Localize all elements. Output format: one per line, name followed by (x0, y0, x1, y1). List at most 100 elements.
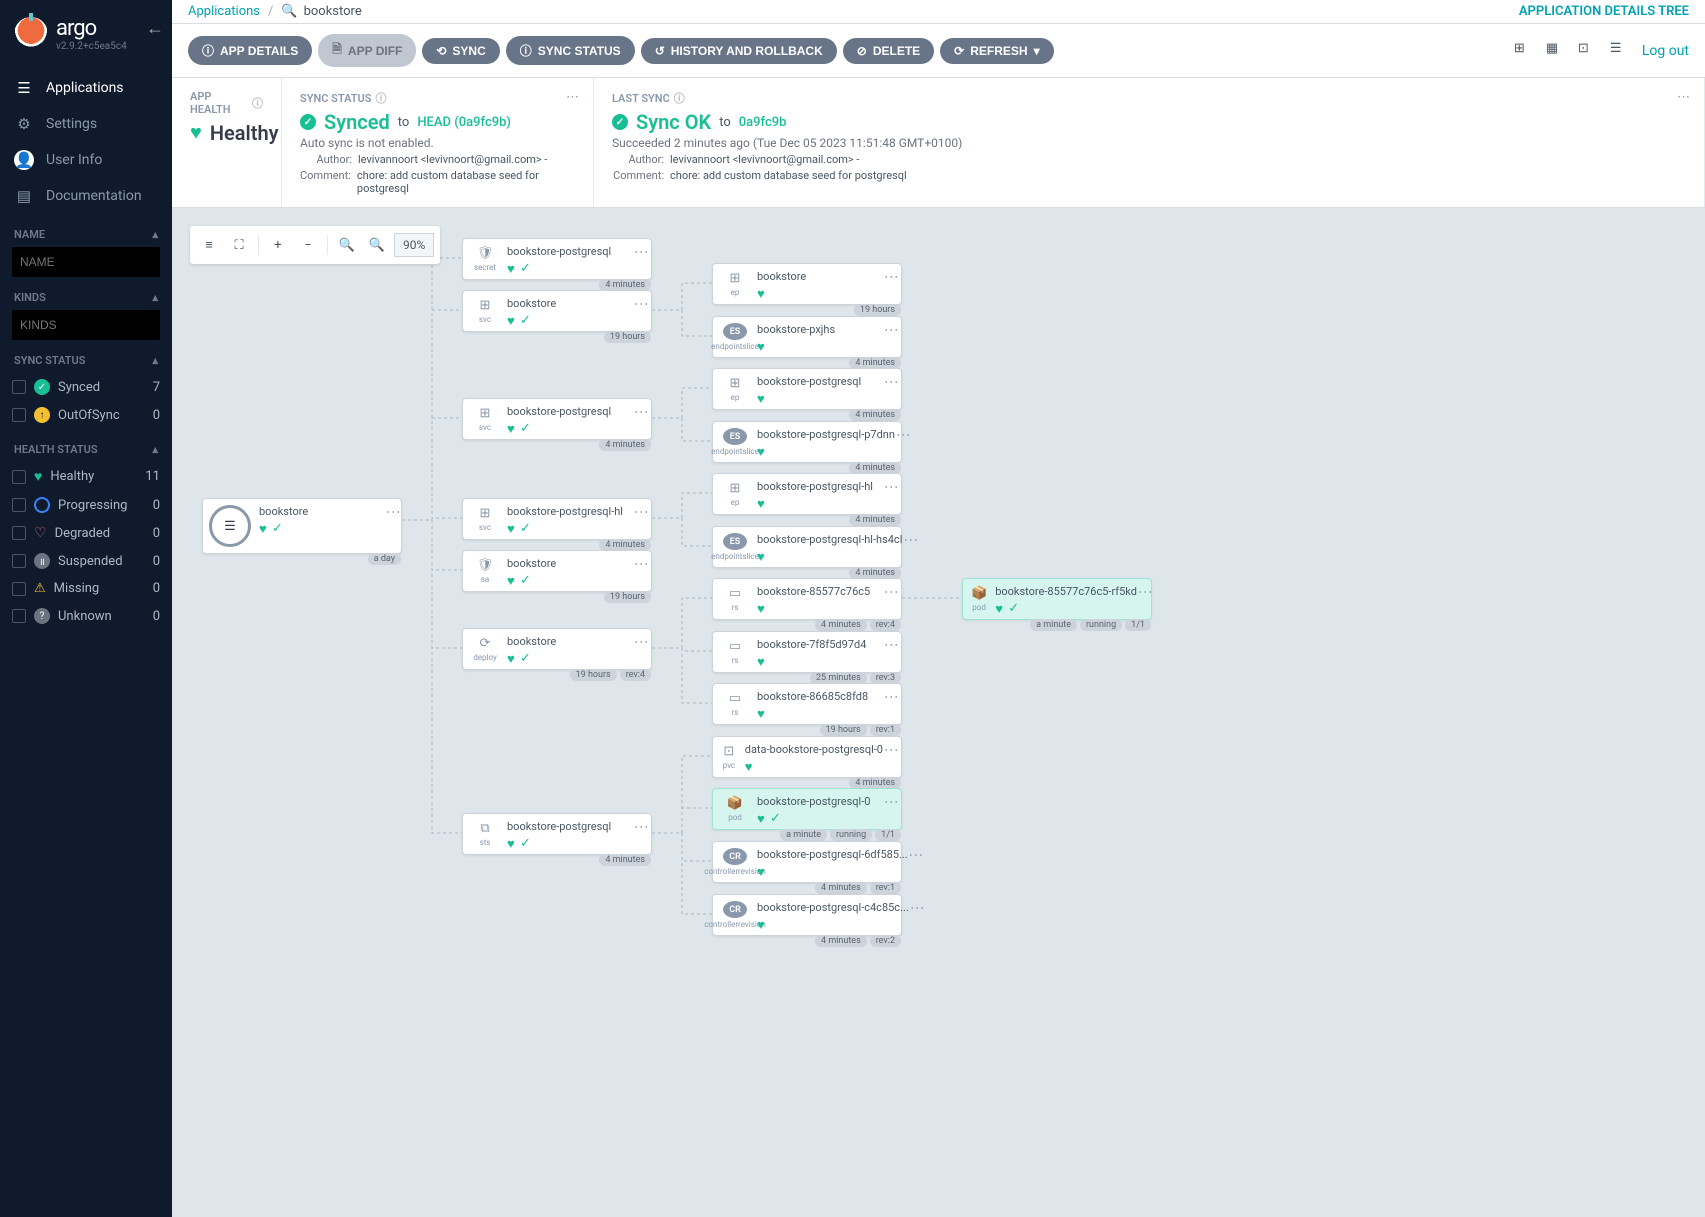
node-menu-icon[interactable]: ⋮ (889, 585, 893, 599)
help-icon[interactable]: ⓘ (252, 95, 263, 111)
nav-settings[interactable]: ⚙ Settings (0, 106, 172, 142)
grid-view-icon[interactable]: ▦ (1546, 41, 1566, 61)
nav-label: User Info (46, 152, 102, 168)
node-menu-icon[interactable]: ⋮ (639, 505, 643, 519)
network-view-icon[interactable]: ⊡ (1578, 41, 1598, 61)
logout-link[interactable]: Log out (1642, 43, 1689, 59)
resource-node[interactable]: ⊡pvcdata-bookstore-postgresql-0♥⋮4 minut… (712, 736, 902, 778)
kinds-filter-input[interactable] (12, 310, 160, 340)
search-plus-icon[interactable]: 🔍 (334, 232, 360, 258)
node-menu-icon[interactable]: ⋮ (889, 638, 893, 652)
filter-degraded[interactable]: ♡Degraded0 (0, 519, 172, 547)
kind-icon: 🛡 (477, 558, 494, 573)
node-menu-icon[interactable]: ⋮ (889, 375, 893, 389)
nav-user[interactable]: 👤 User Info (0, 142, 172, 178)
node-menu-icon[interactable]: ⋮ (889, 690, 893, 704)
resource-node[interactable]: ▭rsbookstore-86685c8fd8♥⋮19 hoursrev:1 (712, 683, 902, 725)
resource-node[interactable]: ⊞epbookstore-postgresql♥⋮4 minutes (712, 368, 902, 410)
filter-progressing[interactable]: Progressing0 (0, 491, 172, 519)
user-icon: 👤 (14, 150, 34, 170)
chevron-up-icon[interactable]: ▴ (152, 291, 158, 304)
resource-node[interactable]: ⟳deploybookstore♥✓⋮19 hoursrev:4 (462, 628, 652, 670)
filter-outofsync[interactable]: ↑OutOfSync0 (0, 401, 172, 429)
toolbar: ⓘAPP DETAILS 🗎APP DIFF ⟲SYNC ⓘSYNC STATU… (172, 24, 1705, 78)
node-menu-icon[interactable]: ⋮ (915, 901, 919, 915)
node-title: bookstore-85577c76c5-rf5kd (995, 585, 1137, 598)
node-menu-icon[interactable]: ⋮ (639, 635, 643, 649)
node-menu-icon[interactable]: ⋮ (391, 505, 395, 519)
help-icon[interactable]: ⓘ (674, 90, 685, 106)
sync-button[interactable]: ⟲SYNC (422, 38, 499, 64)
kind-icon: ⊞ (730, 376, 741, 391)
search-minus-icon[interactable]: 🔍 (364, 232, 390, 258)
resource-node[interactable]: 📦podbookstore-85577c76c5-rf5kd♥✓⋮a minut… (962, 578, 1152, 620)
resource-node[interactable]: ⊞svcbookstore♥✓⋮19 hours (462, 290, 652, 332)
menu-icon[interactable]: ⋯ (566, 90, 581, 105)
resource-node[interactable]: ⧉stsbookstore-postgresql♥✓⋮4 minutes (462, 813, 652, 855)
node-menu-icon[interactable]: ⋮ (639, 557, 643, 571)
zoom-in-icon[interactable]: + (265, 232, 291, 258)
resource-node[interactable]: ⊞epbookstore-postgresql-hl♥⋮4 minutes (712, 473, 902, 515)
node-menu-icon[interactable]: ⋮ (639, 297, 643, 311)
tree-view-icon[interactable]: ⊞ (1514, 41, 1534, 61)
refresh-button[interactable]: ⟳REFRESH▾ (940, 38, 1053, 64)
resource-node[interactable]: 📦podbookstore-postgresql-0♥✓⋮a minuterun… (712, 788, 902, 830)
resource-node[interactable]: 🛡secretbookstore-postgresql♥✓⋮4 minutes (462, 238, 652, 280)
node-menu-icon[interactable]: ⋮ (889, 270, 893, 284)
menu-icon[interactable]: ⋯ (1677, 90, 1692, 105)
resource-node[interactable]: ⊞svcbookstore-postgresql-hl♥✓⋮4 minutes (462, 498, 652, 540)
sync-status-button[interactable]: ⓘSYNC STATUS (506, 36, 635, 65)
resource-node[interactable]: 🛡sabookstore♥✓⋮19 hours (462, 550, 652, 592)
list-view-icon[interactable]: ☰ (1610, 41, 1630, 61)
resource-node[interactable]: CRcontrollerrevisionbookstore-postgresql… (712, 894, 902, 936)
node-menu-icon[interactable]: ⋮ (639, 405, 643, 419)
app-diff-button[interactable]: 🗎APP DIFF (318, 34, 416, 67)
filter-unknown[interactable]: ?Unknown0 (0, 602, 172, 630)
node-menu-icon[interactable]: ⋮ (914, 848, 918, 862)
chevron-up-icon[interactable]: ▴ (152, 228, 158, 241)
resource-node[interactable]: ESendpointslicebookstore-pxjhs♥⋮4 minute… (712, 316, 902, 358)
zoom-out-icon[interactable]: − (295, 232, 321, 258)
resource-node[interactable]: CRcontrollerrevisionbookstore-postgresql… (712, 841, 902, 883)
root-node[interactable]: ☰bookstore♥✓⋮a day (202, 498, 402, 554)
kind-icon: ▭ (729, 639, 741, 654)
resource-node[interactable]: ESendpointslicebookstore-postgresql-hl-h… (712, 526, 902, 568)
chevron-up-icon[interactable]: ▴ (152, 354, 158, 367)
filter-suspended[interactable]: ॥Suspended0 (0, 547, 172, 575)
collapse-icon[interactable]: ← (146, 18, 164, 39)
tree-canvas[interactable]: ≡ ⛶ + − 🔍 🔍 90% ☰bookstore♥✓⋮a day🛡secre… (172, 208, 1705, 1217)
node-menu-icon[interactable]: ⋮ (908, 533, 912, 547)
node-menu-icon[interactable]: ⋮ (889, 743, 893, 757)
node-menu-icon[interactable]: ⋮ (901, 428, 905, 442)
node-menu-icon[interactable]: ⋮ (1143, 585, 1147, 599)
kind-icon: ES (723, 428, 747, 445)
node-menu-icon[interactable]: ⋮ (889, 480, 893, 494)
logo-area: argo v2.9.2+c5ea5c4 ← (0, 12, 172, 70)
breadcrumb-root[interactable]: Applications (188, 4, 260, 19)
app-details-button[interactable]: ⓘAPP DETAILS (188, 36, 312, 65)
node-menu-icon[interactable]: ⋮ (639, 820, 643, 834)
list-icon[interactable]: ≡ (196, 232, 222, 258)
fit-icon[interactable]: ⛶ (226, 232, 252, 258)
resource-node[interactable]: ESendpointslicebookstore-postgresql-p7dn… (712, 421, 902, 463)
resource-node[interactable]: ⊞epbookstore♥⋮19 hours (712, 263, 902, 305)
nav-applications[interactable]: ☰ Applications (0, 70, 172, 106)
node-menu-icon[interactable]: ⋮ (639, 245, 643, 259)
name-filter-input[interactable] (12, 247, 160, 277)
history-button[interactable]: ↺HISTORY AND ROLLBACK (641, 38, 837, 64)
nav-docs[interactable]: ▤ Documentation (0, 178, 172, 214)
resource-node[interactable]: ⊞svcbookstore-postgresql♥✓⋮4 minutes (462, 398, 652, 440)
filter-missing[interactable]: ⚠Missing0 (0, 575, 172, 602)
help-icon[interactable]: ⓘ (376, 90, 387, 106)
node-menu-icon[interactable]: ⋮ (889, 795, 893, 809)
resource-node[interactable]: ▭rsbookstore-7f8f5d97d4♥⋮25 minutesrev:3 (712, 631, 902, 673)
chevron-up-icon[interactable]: ▴ (152, 443, 158, 456)
node-menu-icon[interactable]: ⋮ (889, 323, 893, 337)
filter-health-header: HEALTH STATUS▴ (0, 429, 172, 462)
filter-synced[interactable]: ✓Synced7 (0, 373, 172, 401)
kind-icon: ⊞ (480, 298, 491, 313)
info-icon: ⓘ (202, 42, 214, 59)
filter-healthy[interactable]: ♥Healthy11 (0, 462, 172, 491)
resource-node[interactable]: ▭rsbookstore-85577c76c5♥⋮4 minutesrev:4 (712, 578, 902, 620)
delete-button[interactable]: ⊘DELETE (843, 38, 934, 64)
